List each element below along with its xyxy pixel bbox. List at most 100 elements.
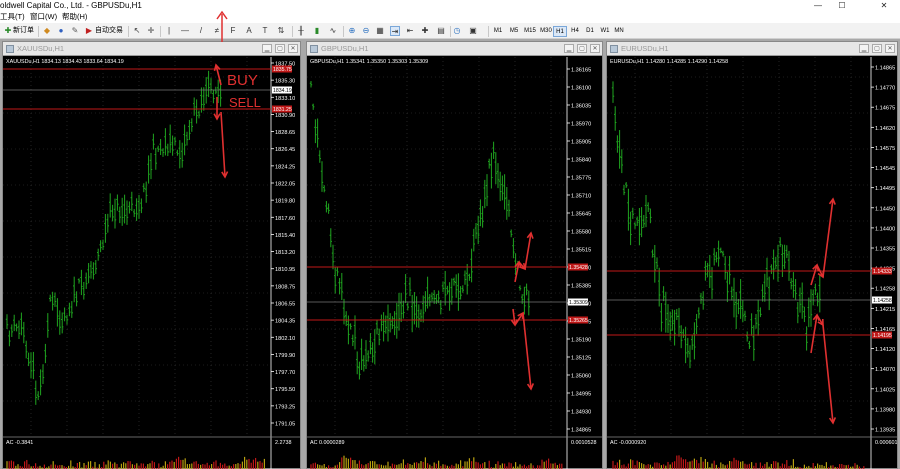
menu-tools[interactable]: 工具(T) (0, 11, 25, 23)
chart-window-gbpusd[interactable]: GBPUSDu,H1 ▁ ▢ ✕ 1.36165 1.36100 1.36035 1.… (306, 41, 603, 469)
upper-price-tag: 1.35428 (569, 265, 588, 271)
menu-window[interactable]: 窗口(W) (30, 11, 57, 23)
zoom-in-icon[interactable]: ⊕ (347, 26, 357, 36)
axis-tick-label: 1826.45 (275, 147, 295, 153)
autoscroll-icon[interactable]: ⇥ (390, 26, 400, 36)
chart-shift-icon[interactable]: ⇤ (405, 26, 415, 36)
cursor-icon[interactable]: ↖ (132, 26, 142, 36)
indicators-icon[interactable]: ✚ (420, 26, 430, 36)
timeframe-h1[interactable]: H1 (553, 26, 567, 37)
templates-icon[interactable]: ▤ (436, 26, 446, 36)
indicator-scale-label: 2.2738 (275, 440, 292, 446)
chart-window-title[interactable]: EURUSDu,H1 ▁ ▢ ✕ (607, 42, 897, 56)
axis-tick-label: 1824.25 (275, 164, 295, 170)
axis-tick-label: 1828.65 (275, 130, 295, 136)
ac-histogram (310, 455, 563, 469)
close-icon[interactable]: ✕ (876, 0, 892, 11)
buy-arrow-a (810, 263, 820, 286)
timeframe-d1[interactable]: D1 (583, 26, 597, 37)
chart-window-icon (610, 45, 618, 53)
timeframe-m5[interactable]: M5 (507, 26, 521, 37)
buy-arrow-c (822, 197, 836, 278)
market-icon[interactable]: ● (56, 26, 66, 36)
ask-price-tag: 1835.75 (273, 67, 292, 73)
line-chart-icon[interactable]: ∿ (328, 26, 338, 36)
axis-tick-label: 1.14215 (875, 307, 895, 313)
horizontal-line-icon[interactable]: — (180, 26, 190, 36)
axis-tick-label: 1.14495 (875, 186, 895, 192)
terminal-app: oldwell Capital Co., Ltd. - GBPUSDu,H1 —… (0, 0, 900, 469)
chart-window-title[interactable]: GBPUSDu,H1 ▁ ▢ ✕ (307, 42, 602, 56)
axis-tick-label: 1797.70 (275, 370, 295, 376)
ohlc-label: EURUSDu,H1 1.14280 1.14285 1.14290 1.142… (610, 59, 728, 65)
minimize-icon[interactable]: ▁ (859, 44, 869, 53)
close-icon[interactable]: ✕ (590, 44, 600, 53)
new-order-button[interactable]: 新订单 (13, 25, 34, 37)
candles-icon[interactable]: ▮ (312, 26, 322, 36)
axis-tick-label: 1.35970 (571, 122, 591, 128)
periods-icon[interactable]: ◷ (452, 26, 462, 36)
auto-trade-button[interactable]: 自动交易 (95, 25, 123, 37)
maximize-icon[interactable]: ▢ (872, 44, 882, 53)
chart-window-title-text: EURUSDu,H1 (621, 44, 669, 53)
maximize-icon[interactable]: ☐ (834, 0, 850, 11)
chart-window-xauusd[interactable]: XAUUSDu,H1 ▁ ▢ ✕ 1837.50 1835.30 1833.10 18… (2, 41, 301, 469)
chart-grid (307, 57, 567, 435)
axis-tick-label: 1.14575 (875, 146, 895, 152)
axis-tick-label: 1.35515 (571, 248, 591, 254)
timeframe-w1[interactable]: W1 (598, 26, 612, 37)
close-icon[interactable]: ✕ (288, 44, 298, 53)
menu-help[interactable]: 帮助(H) (62, 11, 87, 23)
minimize-icon[interactable]: — (810, 0, 826, 11)
tile-windows-icon[interactable]: ▦ (375, 26, 385, 36)
current-price-tag: 1.35309 (569, 300, 588, 306)
axis-tick-label: 1795.50 (275, 387, 295, 393)
axis-tick-label: 1.14400 (875, 226, 895, 232)
new-order-icon[interactable]: ✚ (3, 26, 13, 36)
maximize-icon[interactable]: ▢ (577, 44, 587, 53)
timeframe-m30[interactable]: M30 (539, 26, 553, 37)
timeframe-mn[interactable]: MN (612, 26, 626, 37)
current-price-tag: 1834.19 (273, 88, 292, 94)
arrow-shaft (810, 314, 818, 354)
auto-trade-icon[interactable]: ▶ (84, 26, 94, 36)
timeframe-h4[interactable]: H4 (568, 26, 582, 37)
indicator-scale-label: 0.0010528 (571, 440, 596, 446)
trendline-icon[interactable]: / (196, 26, 206, 36)
timeframe-m1[interactable]: M1 (491, 26, 505, 37)
maximize-icon[interactable]: ▢ (275, 44, 285, 53)
chart-window-title[interactable]: XAUUSDu,H1 ▁ ▢ ✕ (3, 42, 300, 56)
price-chart[interactable]: 1.14865 1.14770 1.14675 1.14620 1.14575 1.145… (607, 57, 897, 469)
close-icon[interactable]: ✕ (885, 44, 895, 53)
vertical-line-icon[interactable]: | (164, 26, 174, 36)
templates-list-icon[interactable]: ▣ (468, 26, 478, 36)
zoom-out-icon[interactable]: ⊖ (361, 26, 371, 36)
sell-arrow-b (514, 311, 524, 326)
label-icon[interactable]: T (260, 26, 270, 36)
axis-tick-label: 1.35710 (571, 194, 591, 200)
sell-arrow-c (822, 324, 837, 425)
chart-window-eurusd[interactable]: EURUSDu,H1 ▁ ▢ ✕ 1.14865 1.14770 1.14675 1.… (606, 41, 898, 469)
sell-arrow-a (810, 313, 820, 354)
signals-icon[interactable]: ◆ (42, 26, 52, 36)
minimize-icon[interactable]: ▁ (262, 44, 272, 53)
ac-histogram (612, 455, 865, 469)
bid-price-tag: 1831.25 (273, 107, 292, 113)
minimize-icon[interactable]: ▁ (564, 44, 574, 53)
axis-tick-label: 1802.10 (275, 336, 295, 342)
axis-tick-label: 1815.40 (275, 233, 295, 239)
axis-tick-label: 1791.05 (275, 422, 295, 428)
crosshair-icon[interactable]: ✛ (146, 26, 156, 36)
sell-annotation: SELL (229, 95, 261, 110)
timeframe-m15[interactable]: M15 (523, 26, 537, 37)
bar-chart-icon[interactable]: ╫ (296, 26, 306, 36)
price-chart[interactable]: 1.36165 1.36100 1.36035 1.35970 1.35905 1.358… (307, 57, 602, 469)
axis-tick-label: 1.14258 (875, 287, 895, 293)
text-icon[interactable]: A (244, 26, 254, 36)
arrows-icon[interactable]: ⇅ (276, 26, 286, 36)
axis-tick-label: 1.14355 (875, 247, 895, 253)
indicator-label: AC -0.0000920 (610, 440, 646, 446)
price-chart[interactable]: 1837.501835.301833.101830.901828.651826.… (3, 57, 300, 469)
axis-tick-label: 1.35645 (571, 212, 591, 218)
editor-icon[interactable]: ✎ (70, 26, 80, 36)
